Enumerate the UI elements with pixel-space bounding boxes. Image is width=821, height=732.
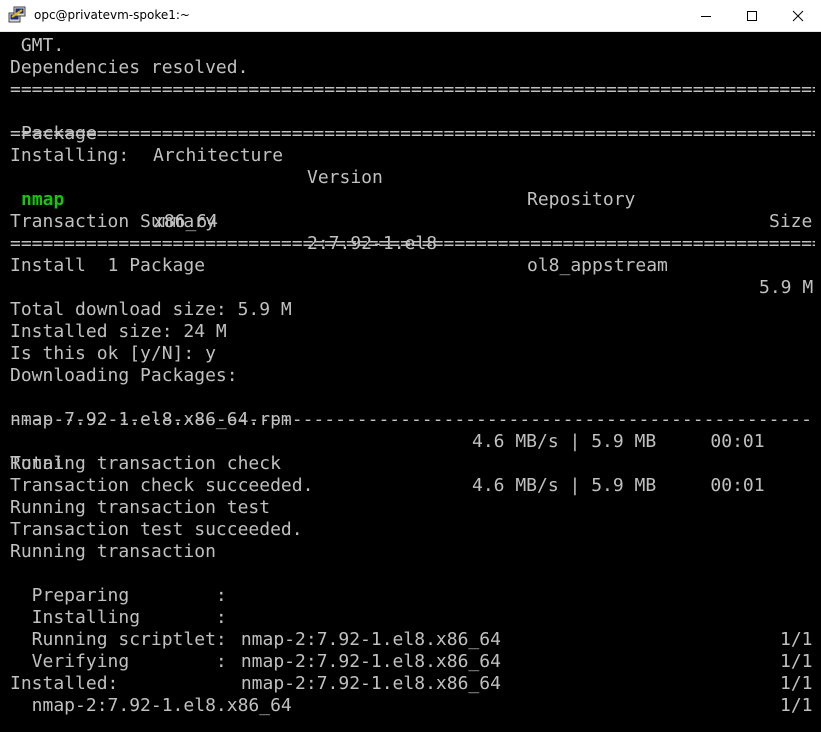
terminal-line: Running transaction test — [10, 497, 271, 518]
header-architecture: Architecture — [153, 145, 284, 166]
terminal-line: Transaction check succeeded. — [10, 475, 314, 496]
package-name: nmap — [21, 189, 65, 210]
terminal-line: Installed: — [10, 673, 119, 694]
minimize-icon — [701, 15, 711, 17]
progress-row: Preparing : 1/1 — [10, 563, 815, 650]
terminal-line: Running transaction — [10, 541, 216, 562]
terminal-output[interactable]: GMT. Dependencies resolved. ============… — [0, 32, 821, 732]
terminal-line: Transaction test succeeded. — [10, 519, 303, 540]
progress-row: Running scriptlet: nmap-2:7.92-1.el8.x86… — [10, 607, 815, 694]
minimize-button[interactable] — [683, 0, 729, 31]
terminal-line: Transaction Summary — [10, 211, 216, 232]
terminal-line: Installed size: 24 M — [10, 321, 227, 342]
terminal-line: Downloading Packages: — [10, 365, 238, 386]
total-row: Total 4.6 MB/s | 5.9 MB 00:01 — [10, 431, 815, 496]
progress-row: Installing : nmap-2:7.92-1.el8.x86_64 1/… — [10, 585, 815, 672]
progress-count: 1/1 — [780, 651, 813, 672]
progress-count: 1/1 — [780, 695, 813, 716]
putty-terminal-icon[interactable] — [8, 6, 26, 24]
terminal-line: Running transaction check — [10, 453, 281, 474]
package-repo: ol8_appstream — [527, 255, 668, 276]
progress-label: Verifying : — [10, 651, 227, 672]
separator-line: ========================================… — [10, 233, 821, 254]
scrollbar[interactable] — [815, 32, 821, 732]
progress-detail: nmap-2:7.92-1.el8.x86_64 — [230, 651, 501, 672]
terminal-line: GMT. — [10, 35, 65, 56]
terminal-window: opc@privatevm-spoke1:~ GMT. Dependencies… — [0, 0, 821, 732]
table-header: Package Architecture Version Repository … — [10, 101, 815, 232]
terminal-line: Is this ok [y/N]: y — [10, 343, 216, 364]
header-repository: Repository — [527, 189, 636, 210]
progress-count: 1/1 — [780, 673, 813, 694]
window-title: opc@privatevm-spoke1:~ — [34, 8, 190, 22]
maximize-icon — [747, 10, 757, 21]
header-size: Size — [769, 211, 813, 232]
total-stats: 4.6 MB/s | 5.9 MB 00:01 — [472, 475, 765, 496]
progress-row: Verifying : nmap-2:7.92-1.el8.x86_64 1/1 — [10, 629, 815, 716]
title-bar[interactable]: opc@privatevm-spoke1:~ — [0, 0, 821, 32]
separator-line: ========================================… — [10, 79, 821, 100]
terminal-line: Installing: — [10, 145, 130, 166]
separator-line: ----------------------------------------… — [10, 409, 821, 430]
terminal-line: Install 1 Package — [10, 255, 206, 276]
close-button[interactable] — [775, 0, 821, 31]
download-row: nmap-7.92-1.el8.x86_64.rpm 4.6 MB/s | 5.… — [10, 387, 815, 452]
package-size: 5.9 M — [759, 277, 814, 298]
close-icon — [792, 10, 804, 21]
terminal-line: nmap-2:7.92-1.el8.x86_64 — [10, 695, 292, 716]
maximize-button[interactable] — [729, 0, 775, 31]
package-row: nmap x86_64 2:7.92-1.el8 ol8_appstream 5… — [10, 167, 815, 298]
terminal-line: Total download size: 5.9 M — [10, 299, 292, 320]
progress-detail: nmap-2:7.92-1.el8.x86_64 — [230, 673, 501, 694]
separator-line: ========================================… — [10, 123, 821, 144]
terminal-line: Dependencies resolved. — [10, 57, 249, 78]
